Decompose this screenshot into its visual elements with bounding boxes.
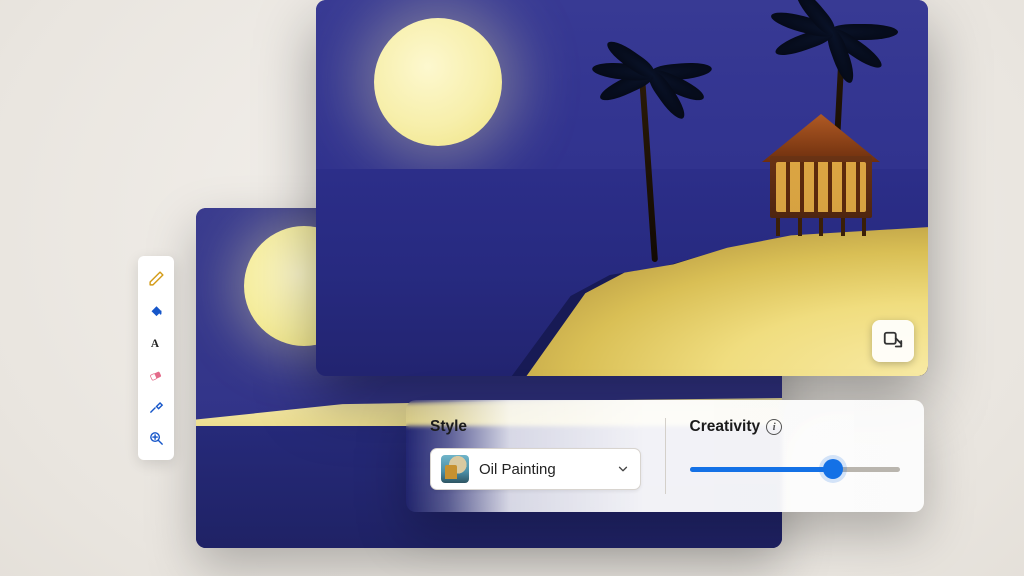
style-selected-label: Oil Painting (479, 461, 606, 478)
text-icon: A (148, 334, 165, 351)
style-thumbnail (441, 455, 469, 483)
style-dropdown[interactable]: Oil Painting (430, 448, 641, 490)
pencil-icon (148, 270, 165, 287)
creativity-slider[interactable] (690, 448, 901, 490)
style-heading: Style (430, 418, 641, 436)
palm-tree (642, 72, 662, 262)
slider-thumb[interactable] (823, 459, 843, 479)
text-tool[interactable]: A (138, 326, 174, 358)
tool-toolbar: A (138, 256, 174, 460)
eyedropper-tool[interactable] (138, 390, 174, 422)
info-icon[interactable]: i (766, 419, 782, 435)
zoom-tool[interactable] (138, 422, 174, 454)
creativity-heading: Creativity i (690, 418, 901, 436)
chevron-down-icon (616, 462, 630, 476)
eraser-tool[interactable] (138, 358, 174, 390)
pencil-tool[interactable] (138, 262, 174, 294)
svg-text:A: A (150, 337, 159, 349)
expand-icon (882, 330, 904, 352)
slider-fill (690, 467, 833, 472)
generated-canvas[interactable] (316, 0, 928, 376)
bucket-icon (148, 302, 165, 319)
zoom-icon (148, 430, 165, 447)
creativity-heading-text: Creativity (690, 418, 761, 436)
beach-house (762, 114, 880, 218)
expand-button[interactable] (872, 320, 914, 362)
eraser-icon (148, 366, 165, 383)
front-moon (374, 18, 502, 146)
fill-tool[interactable] (138, 294, 174, 326)
style-section: Style Oil Painting (406, 400, 665, 512)
eyedropper-icon (148, 398, 165, 415)
cocreator-panel: Style Oil Painting Creativity i (406, 400, 924, 512)
creativity-section: Creativity i (666, 400, 925, 512)
